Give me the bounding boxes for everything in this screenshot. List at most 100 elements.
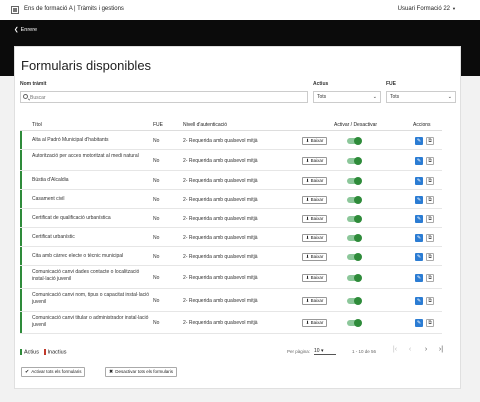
download-button[interactable]: ⬇ Baixar (302, 319, 327, 327)
copy-icon[interactable]: ⧉ (426, 234, 434, 242)
active-toggle[interactable] (347, 319, 362, 327)
table-row: Certificat de qualificació urbanística No… (20, 209, 442, 228)
edit-icon[interactable]: ✎ (415, 137, 423, 145)
actius-select[interactable]: Tots ⌄ (313, 91, 381, 103)
edit-icon[interactable]: ✎ (415, 196, 423, 204)
back-link[interactable]: ❮ Enrere (14, 27, 37, 33)
copy-icon[interactable]: ⧉ (426, 319, 434, 327)
download-button[interactable]: ⬇ Baixar (302, 177, 327, 185)
edit-icon[interactable]: ✎ (415, 234, 423, 242)
chevron-down-icon: ⌄ (447, 94, 452, 100)
active-status-bar (20, 150, 22, 170)
copy-icon[interactable]: ⧉ (426, 274, 434, 282)
row-title: Certificat de qualificació urbanística (32, 215, 111, 221)
copy-icon[interactable]: ⧉ (426, 177, 434, 185)
per-page-select[interactable]: 10 ▾ (314, 347, 336, 355)
copy-icon[interactable]: ⧉ (426, 137, 434, 145)
edit-icon[interactable]: ✎ (415, 157, 423, 165)
active-status-bar (20, 190, 22, 208)
download-button[interactable]: ⬇ Baixar (302, 215, 327, 223)
row-nivell: 2- Requerida amb qualsevol mitjà (183, 138, 258, 144)
download-label: Baixar (310, 275, 324, 280)
download-label: Baixar (310, 197, 324, 202)
download-icon: ⬇ (305, 197, 310, 202)
active-toggle[interactable] (347, 274, 362, 282)
user-name: Usuari Formació 22 (397, 6, 451, 12)
per-page-label: Per pàgina: (287, 349, 311, 354)
column-fue: FUE (153, 122, 163, 128)
download-icon: ⬇ (305, 235, 310, 240)
next-page-icon[interactable]: › (420, 345, 432, 355)
download-button[interactable]: ⬇ Baixar (302, 234, 327, 242)
search-icon (23, 94, 28, 99)
edit-icon[interactable]: ✎ (415, 319, 423, 327)
row-nivell: 2- Requerida amb qualsevol mitjà (183, 320, 258, 326)
logo-icon (11, 6, 19, 14)
prev-page-icon[interactable]: ‹ (404, 345, 416, 355)
edit-icon[interactable]: ✎ (415, 253, 423, 261)
active-status-bar (20, 312, 22, 333)
legend-inactive: Inactius (47, 349, 67, 356)
copy-icon[interactable]: ⧉ (426, 196, 434, 204)
deactivate-all-button[interactable]: ✖ Desactivar tots els formularis (105, 367, 177, 377)
copy-icon[interactable]: ⧉ (426, 297, 434, 305)
user-menu[interactable]: Usuari Formació 22 ▼ (398, 6, 456, 12)
search-input[interactable] (30, 93, 300, 102)
active-toggle[interactable] (347, 297, 362, 305)
active-toggle[interactable] (347, 137, 362, 145)
edit-icon[interactable]: ✎ (415, 215, 423, 223)
active-toggle[interactable] (347, 234, 362, 242)
active-toggle[interactable] (347, 157, 362, 165)
column-nivell: Nivell d'autenticació (183, 122, 228, 128)
deactivate-all-label: Desactivar tots els formularis (115, 369, 173, 374)
edit-icon[interactable]: ✎ (415, 177, 423, 185)
caret-down-icon: ▼ (452, 6, 456, 11)
arrow-left-icon: ❮ (14, 27, 19, 33)
legend-active: Actius (24, 349, 39, 356)
copy-icon[interactable]: ⧉ (426, 215, 434, 223)
download-button[interactable]: ⬇ Baixar (302, 297, 327, 305)
toggle-knob (354, 137, 362, 145)
row-nivell: 2- Requerida amb qualsevol mitjà (183, 158, 258, 164)
active-toggle[interactable] (347, 177, 362, 185)
download-button[interactable]: ⬇ Baixar (302, 196, 327, 204)
download-button[interactable]: ⬇ Baixar (302, 253, 327, 261)
active-toggle[interactable] (347, 215, 362, 223)
actius-filter-label: Actius (313, 81, 329, 87)
close-icon: ✖ (109, 369, 114, 375)
download-button[interactable]: ⬇ Baixar (302, 157, 327, 165)
copy-icon[interactable]: ⧉ (426, 157, 434, 165)
download-icon: ⬇ (305, 320, 310, 325)
inactive-marker (43, 349, 46, 355)
row-nivell: 2- Requerida amb qualsevol mitjà (183, 178, 258, 184)
download-label: Baixar (310, 138, 324, 143)
download-label: Baixar (310, 254, 324, 259)
row-fue: No (153, 197, 160, 203)
first-page-icon[interactable]: |‹ (389, 345, 401, 355)
download-label: Baixar (310, 320, 324, 325)
active-status-bar (20, 247, 22, 265)
active-toggle[interactable] (347, 253, 362, 261)
active-toggle[interactable] (347, 196, 362, 204)
download-button[interactable]: ⬇ Baixar (302, 137, 327, 145)
activate-all-button[interactable]: ✔ Activar tots els formularis (21, 367, 86, 377)
download-button[interactable]: ⬇ Baixar (302, 274, 327, 282)
edit-icon[interactable]: ✎ (415, 274, 423, 282)
edit-icon[interactable]: ✎ (415, 297, 423, 305)
column-activar: Activar / Desactivar (334, 122, 378, 128)
search-box[interactable] (20, 91, 308, 103)
active-status-bar (20, 131, 22, 149)
fue-select[interactable]: Tots ⌄ (386, 91, 456, 103)
row-fue: No (153, 158, 160, 164)
fue-filter-label: FUE (386, 81, 396, 87)
activate-all-label: Activar tots els formularis (31, 369, 82, 374)
table-row: Cita amb càrrec electe o tècnic municipa… (20, 247, 442, 266)
row-fue: No (153, 216, 160, 222)
row-fue: No (153, 320, 160, 326)
last-page-icon[interactable]: ›| (435, 345, 447, 355)
copy-icon[interactable]: ⧉ (426, 253, 434, 261)
table-row: Bústia d'Alcaldia No 2- Requerida amb qual… (20, 171, 442, 190)
toggle-knob (354, 319, 362, 327)
chevron-down-icon: ⌄ (372, 94, 377, 100)
back-label: Enrere (20, 27, 38, 33)
